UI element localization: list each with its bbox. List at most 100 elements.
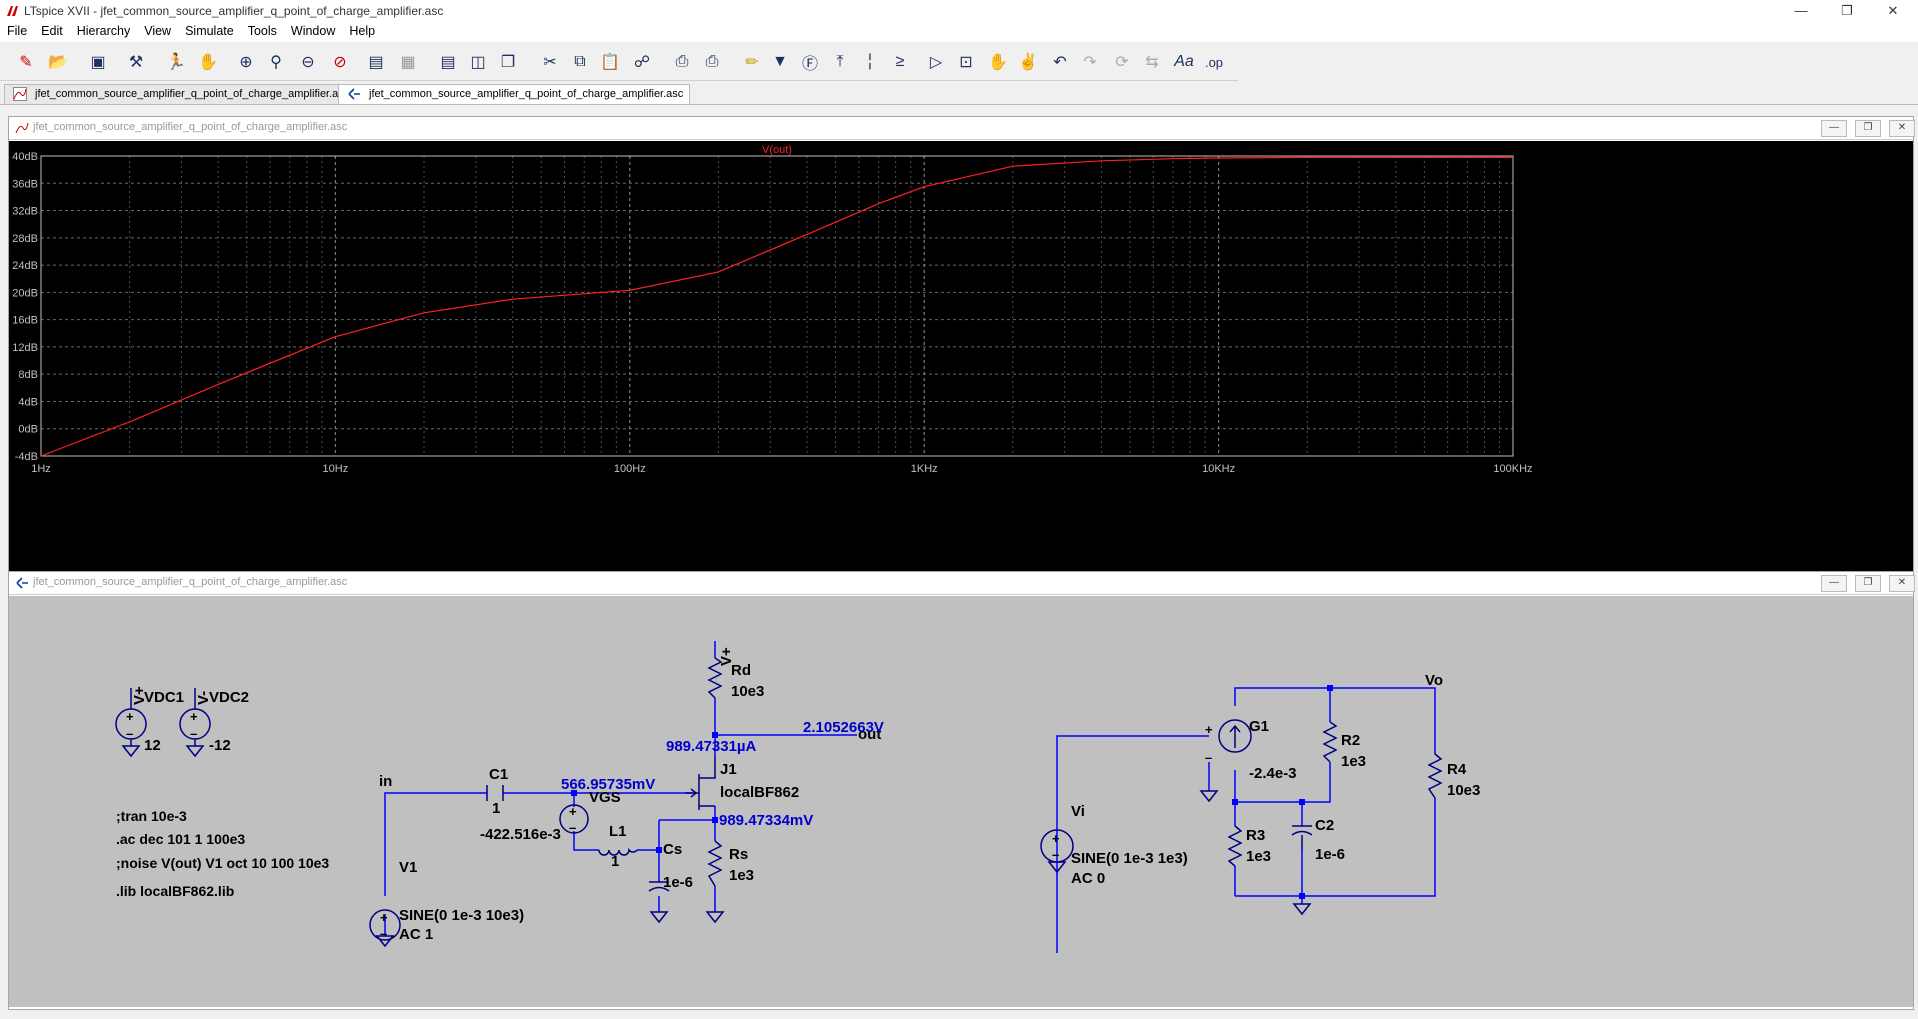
menu-simulate[interactable]: Simulate [178,22,241,40]
op-vsource: 989.47334mV [719,812,813,829]
svg-text:–: – [190,726,197,741]
v1-source: SINE(0 1e-3 10e3) [399,907,524,924]
rotate-icon[interactable]: ⟳ [1110,50,1134,74]
save-icon[interactable]: ▣ [86,50,110,74]
y-tick-label: 16dB [12,315,38,327]
autorange-icon[interactable]: ▤ [364,50,388,74]
vi-ac: AC 0 [1071,870,1105,887]
halt-icon[interactable]: ✋ [196,50,220,74]
spice-directives: ;tran 10e-3 .ac dec 101 1 100e3 ;noise V… [116,808,329,899]
resistor-icon[interactable]: ⤒ [828,50,852,74]
restore-icon[interactable]: ❐ [1855,575,1881,592]
zoom-area-icon[interactable]: ⚲ [264,50,288,74]
c1-label: C1 [489,766,508,783]
print-icon[interactable]: ⎙ [700,50,724,74]
restore-icon[interactable]: ❐ [1824,0,1870,22]
menu-view[interactable]: View [137,22,178,40]
close-icon[interactable]: ✕ [1870,0,1916,22]
run-icon[interactable]: 🏃 [164,50,188,74]
label-net-icon[interactable]: Ⓕ [798,50,822,74]
schematic-drawing[interactable]: +– +– +– +– +– +– V+ Rd 10e3 out J1 loca… [9,596,1913,1007]
c1-value: 1 [492,800,500,817]
v1-ac: AC 1 [399,926,433,943]
x-tick-label: 1KHz [911,463,938,475]
undo-icon[interactable]: ↶ [1048,50,1072,74]
copy-icon[interactable]: ⧉ [568,50,592,74]
text-icon[interactable]: Aa [1172,50,1196,74]
directive-noise: ;noise V(out) V1 oct 10 100 10e3 [116,855,329,871]
tile-vertical-icon[interactable]: ◫ [466,50,490,74]
spice-directive-icon[interactable]: .op [1202,50,1226,74]
menu-tools[interactable]: Tools [241,22,284,40]
toolbar: ✎ 📂 ▣ ⚒ 🏃 ✋ ⊕ ⚲ ⊖ ⊘ ▤ ▦ ▤ ◫ ❐ ✂ ⧉ 📋 ☍ ⎙ … [0,44,1238,81]
diode-icon[interactable]: ▷ [924,50,948,74]
junction-dots [571,685,1333,899]
minimize-icon[interactable]: — [1821,120,1847,137]
mark-units-icon[interactable]: ▦ [396,50,420,74]
rs-label: Rs [729,846,748,863]
svg-text:+: + [380,910,388,925]
op-vout: 2.1052663V [803,719,884,736]
cut-icon[interactable]: ✂ [538,50,562,74]
open-icon[interactable]: 📂 [46,50,70,74]
c2-label: C2 [1315,817,1334,834]
y-tick-label: -4dB [15,451,38,463]
svg-text:–: – [380,926,387,941]
menu-window[interactable]: Window [284,22,342,40]
cs-value: 1e-6 [663,874,693,891]
minimize-icon[interactable]: — [1778,0,1824,22]
drag-icon[interactable]: ✌ [1016,50,1040,74]
x-tick-label: 100KHz [1493,463,1532,475]
net-vo-label: Vo [1425,672,1443,689]
r3-label: R3 [1246,827,1265,844]
capacitor-icon[interactable]: ╎ [858,50,882,74]
rd-value: 10e3 [731,683,764,700]
plot-window-title: jfet_common_source_amplifier_q_point_of_… [33,121,348,133]
r4-value: 10e3 [1447,782,1480,799]
new-schematic-icon[interactable]: ✎ [14,50,38,74]
waveform-icon [13,87,27,101]
restore-icon[interactable]: ❐ [1855,120,1881,137]
mirror-icon[interactable]: ⇆ [1140,50,1164,74]
y-tick-label: 4dB [18,396,38,408]
directive-ac: .ac dec 101 1 100e3 [116,831,245,847]
r4-label: R4 [1447,761,1467,778]
l1-label: L1 [609,823,627,840]
menu-edit[interactable]: Edit [34,22,70,40]
y-tick-label: 40dB [12,151,38,163]
vdc2-value: -12 [209,737,231,754]
paste-icon[interactable]: 📋 [598,50,622,74]
close-icon[interactable]: ✕ [1889,120,1915,137]
component-icon[interactable]: ⊡ [954,50,978,74]
schematic-canvas[interactable]: + – + – + – + – + – + – V+ Rd 10e3 out J1 loca… [9,596,1913,1007]
ltspice-logo-icon [7,6,18,16]
svg-text:+: + [569,804,577,819]
menu-hierarchy[interactable]: Hierarchy [70,22,138,40]
inductor-icon[interactable]: ≥ [888,50,912,74]
svg-text:+: + [1052,831,1060,846]
plot-frame [40,155,1514,457]
menu-file[interactable]: File [0,22,34,40]
tab-label: jfet_common_source_amplifier_q_point_of_… [35,88,350,100]
zoom-fit-icon[interactable]: ⊘ [328,50,352,74]
tab-waveform[interactable]: jfet_common_source_amplifier_q_point_of_… [4,84,357,104]
find-icon[interactable]: ☍ [630,50,654,74]
y-tick-label: 8dB [18,369,38,381]
cascade-icon[interactable]: ❐ [496,50,520,74]
print-setup-icon[interactable]: ⎙ [670,50,694,74]
svg-text:+: + [126,709,134,724]
close-icon[interactable]: ✕ [1889,575,1915,592]
menu-help[interactable]: Help [342,22,382,40]
schematic-window-title: jfet_common_source_amplifier_q_point_of_… [33,576,348,588]
zoom-in-icon[interactable]: ⊕ [234,50,258,74]
zoom-out-icon[interactable]: ⊖ [296,50,320,74]
tab-schematic[interactable]: jfet_common_source_amplifier_q_point_of_… [338,84,691,104]
ground-icon[interactable]: ▼ [768,50,792,74]
redo-icon[interactable]: ↷ [1078,50,1102,74]
directive-lib: .lib localBF862.lib [116,883,234,899]
tile-horizontal-icon[interactable]: ▤ [436,50,460,74]
control-panel-icon[interactable]: ⚒ [124,50,148,74]
draw-wire-icon[interactable]: ✏ [740,50,764,74]
move-icon[interactable]: ✋ [986,50,1010,74]
minimize-icon[interactable]: — [1821,575,1847,592]
